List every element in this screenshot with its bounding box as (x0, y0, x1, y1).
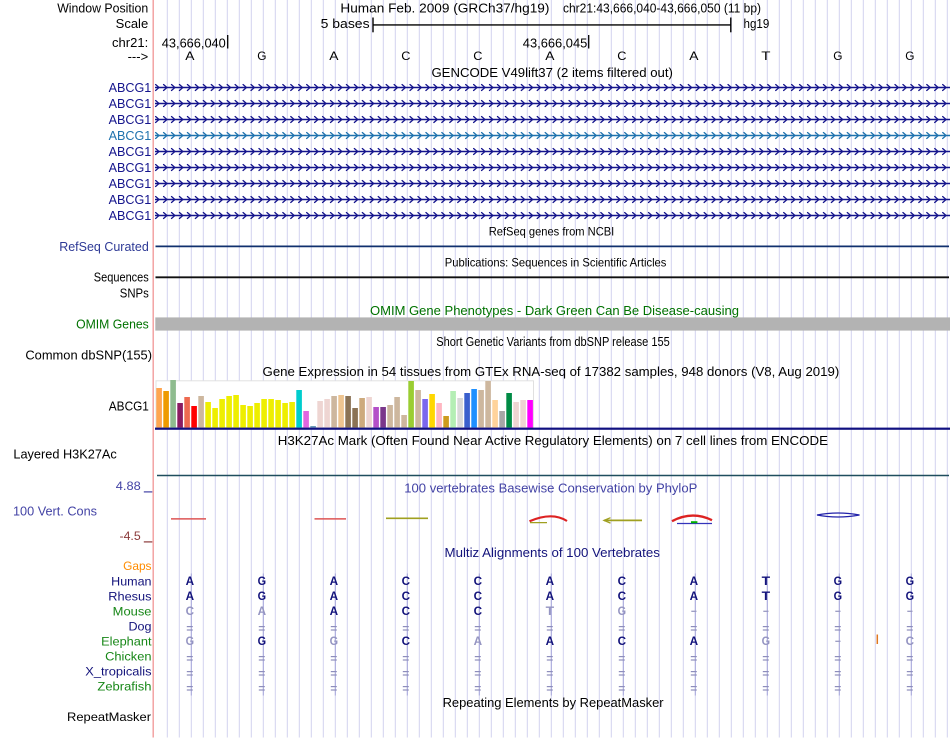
svg-text:C: C (474, 574, 483, 588)
svg-text:ABCG1: ABCG1 (109, 113, 152, 127)
svg-text:Common dbSNP(155): Common dbSNP(155) (25, 349, 152, 363)
svg-text:ABCG1: ABCG1 (109, 177, 152, 191)
svg-text:Human Feb. 2009 (GRCh37/hg19): Human Feb. 2009 (GRCh37/hg19) (340, 0, 549, 15)
svg-text:ABCG1: ABCG1 (109, 209, 152, 223)
svg-text:C: C (906, 634, 915, 648)
svg-text:G: G (906, 589, 915, 603)
svg-text:OMIM Gene Phenotypes - Dark Gr: OMIM Gene Phenotypes - Dark Green Can Be… (370, 303, 739, 318)
svg-text:GENCODE V49lift37 (2 items fil: GENCODE V49lift37 (2 items filtered out) (431, 65, 673, 80)
svg-text:A: A (474, 634, 483, 648)
svg-text:Elephant: Elephant (101, 635, 152, 649)
svg-text:Multiz Alignments of 100 Verte: Multiz Alignments of 100 Vertebrates (445, 545, 660, 560)
svg-text:-4.5: -4.5 (120, 529, 141, 543)
svg-text:C: C (474, 604, 483, 618)
svg-text:C: C (402, 589, 411, 603)
svg-text:Publications: Sequences in Sci: Publications: Sequences in Scientific Ar… (445, 256, 667, 270)
svg-text:A: A (329, 50, 338, 63)
svg-text:G: G (762, 634, 771, 648)
svg-text:A: A (185, 50, 194, 63)
svg-text:A: A (330, 604, 339, 618)
svg-text:A: A (546, 634, 555, 648)
svg-text:ABCG1: ABCG1 (109, 129, 152, 143)
svg-text:A: A (690, 589, 699, 603)
svg-text:G: G (330, 634, 339, 648)
svg-text:100 vertebrates Basewise Conse: 100 vertebrates Basewise Conservation by… (404, 481, 697, 496)
svg-text:A: A (186, 574, 195, 588)
svg-text:X_tropicalis: X_tropicalis (85, 665, 151, 679)
svg-text:C: C (402, 604, 411, 618)
svg-text:C: C (617, 50, 626, 63)
svg-text:Gaps: Gaps (123, 559, 151, 573)
svg-text:Window Position: Window Position (57, 0, 148, 15)
svg-text:G: G (905, 50, 914, 63)
svg-text:A: A (330, 574, 339, 588)
svg-text:C: C (474, 589, 483, 603)
svg-text:--->: ---> (128, 49, 149, 64)
svg-text:100 Vert. Cons: 100 Vert. Cons (13, 505, 97, 519)
svg-text:T: T (546, 604, 555, 618)
svg-text:C: C (401, 50, 410, 63)
svg-text:RefSeq Curated: RefSeq Curated (59, 240, 149, 254)
svg-text:G: G (834, 589, 843, 603)
svg-text:T: T (761, 50, 770, 63)
svg-text:Short Genetic Variants from db: Short Genetic Variants from dbSNP releas… (436, 335, 670, 349)
svg-text:Dog: Dog (129, 620, 152, 634)
svg-text:G: G (257, 50, 266, 63)
svg-text:Human: Human (111, 575, 151, 589)
svg-text:Scale: Scale (116, 16, 149, 31)
svg-text:H3K27Ac Mark (Often Found Near: H3K27Ac Mark (Often Found Near Active Re… (278, 433, 829, 448)
svg-text:G: G (258, 634, 267, 648)
svg-text:hg19: hg19 (744, 16, 770, 31)
svg-text:Rhesus: Rhesus (108, 590, 151, 604)
svg-text:A: A (258, 604, 267, 618)
svg-text:C: C (618, 589, 627, 603)
svg-text:Sequences: Sequences (94, 271, 149, 285)
svg-text:C: C (618, 574, 627, 588)
svg-text:RefSeq genes from NCBI: RefSeq genes from NCBI (489, 224, 615, 238)
svg-text:A: A (546, 574, 555, 588)
svg-text:OMIM Genes: OMIM Genes (76, 317, 149, 331)
svg-text:C: C (402, 574, 411, 588)
svg-text:G: G (833, 50, 842, 63)
svg-text:ABCG1: ABCG1 (109, 161, 152, 175)
svg-text:RepeatMasker: RepeatMasker (67, 710, 151, 724)
svg-text:43,666,045: 43,666,045 (523, 35, 588, 50)
svg-text:chr21:43,666,040-43,666,050 (1: chr21:43,666,040-43,666,050 (11 bp) (563, 0, 761, 15)
svg-text:ABCG1: ABCG1 (109, 97, 152, 111)
svg-text:G: G (618, 604, 627, 618)
svg-text:A: A (186, 589, 195, 603)
svg-text:A: A (546, 589, 555, 603)
svg-text:Layered H3K27Ac: Layered H3K27Ac (13, 448, 116, 462)
svg-text:C: C (473, 50, 482, 63)
svg-text:5 bases: 5 bases (321, 16, 371, 31)
svg-text:A: A (690, 634, 699, 648)
svg-text:C: C (402, 634, 411, 648)
svg-text:ABCG1: ABCG1 (109, 193, 152, 207)
svg-text:G: G (186, 634, 195, 648)
svg-text:ABCG1: ABCG1 (109, 399, 149, 413)
svg-text:Zebrafish: Zebrafish (97, 680, 151, 694)
svg-text:A: A (689, 50, 698, 63)
svg-text:ABCG1: ABCG1 (109, 145, 152, 159)
svg-text:A: A (330, 589, 339, 603)
svg-text:G: G (258, 589, 267, 603)
svg-text:G: G (834, 574, 843, 588)
svg-text:Repeating Elements by RepeatMa: Repeating Elements by RepeatMasker (443, 695, 665, 710)
svg-text:43,666,040: 43,666,040 (162, 35, 226, 50)
svg-text:4.88: 4.88 (116, 479, 141, 493)
svg-text:G: G (906, 574, 915, 588)
svg-text:C: C (186, 604, 195, 618)
svg-text:C: C (618, 634, 627, 648)
svg-text:Gene Expression in 54 tissues: Gene Expression in 54 tissues from GTEx … (263, 364, 840, 379)
svg-text:Mouse: Mouse (113, 605, 152, 619)
svg-text:ABCG1: ABCG1 (109, 81, 152, 95)
svg-text:G: G (258, 574, 267, 588)
svg-text:A: A (690, 574, 699, 588)
svg-text:A: A (545, 50, 554, 63)
svg-text:Chicken: Chicken (105, 650, 152, 664)
svg-text:SNPs: SNPs (120, 287, 149, 301)
svg-text:T: T (762, 574, 771, 588)
svg-text:T: T (762, 589, 771, 603)
